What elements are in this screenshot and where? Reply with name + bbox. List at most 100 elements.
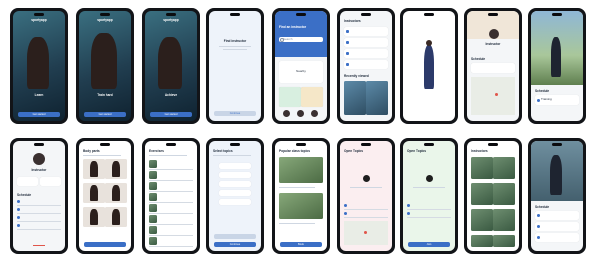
trainer-card[interactable] [493, 235, 515, 247]
class-image[interactable] [279, 157, 323, 183]
exercise-thumbnail [149, 226, 157, 234]
phone-open-topics-1: Open Topics [337, 138, 395, 254]
schedule-card[interactable]: Training [535, 95, 579, 105]
body-part-card[interactable] [105, 183, 127, 203]
profile-name: Instructor [485, 42, 501, 46]
search-input[interactable]: Search [279, 37, 323, 42]
secondary-button[interactable] [214, 234, 256, 239]
athlete-head [426, 40, 432, 46]
join-button[interactable]: Join [408, 242, 450, 247]
trainer-card[interactable] [493, 183, 515, 205]
trainer-card[interactable] [493, 209, 515, 231]
list-icon [17, 224, 20, 227]
location-map[interactable] [471, 77, 515, 115]
topic-icon [363, 175, 370, 182]
trainer-card[interactable] [471, 183, 493, 205]
exercise-row[interactable] [149, 204, 193, 214]
exercise-row[interactable] [149, 171, 193, 181]
get-started-button[interactable]: Get started [84, 112, 126, 117]
exercise-row[interactable] [149, 182, 193, 192]
list-item[interactable] [344, 60, 388, 69]
get-started-button[interactable]: Get started [150, 112, 192, 117]
section-title: Schedule [535, 89, 550, 93]
book-button[interactable]: Book [280, 242, 322, 247]
topic-option[interactable] [219, 163, 251, 169]
trainer-card[interactable] [471, 157, 493, 179]
continue-button[interactable]: Continue [214, 242, 256, 247]
body-part-card[interactable] [105, 159, 127, 179]
camera-notch [166, 13, 176, 16]
continue-button[interactable] [84, 242, 126, 247]
avatar[interactable] [311, 110, 318, 117]
exercise-row[interactable] [149, 226, 193, 236]
exercise-row[interactable] [149, 237, 193, 247]
exercise-row[interactable] [149, 160, 193, 170]
camera-notch [230, 143, 240, 146]
onboarding-screen: sportyapp Achieve Get started [145, 11, 197, 121]
category-card[interactable] [301, 87, 323, 107]
exercise-row[interactable] [149, 215, 193, 225]
topic-option[interactable] [219, 190, 251, 196]
exercise-row[interactable] [149, 193, 193, 203]
trainer-card[interactable] [471, 235, 493, 247]
trainer-card[interactable] [493, 157, 515, 179]
schedule-card[interactable] [535, 233, 579, 242]
topic-option[interactable] [219, 172, 251, 178]
topic-icon [426, 175, 433, 182]
hero-photo [531, 11, 583, 85]
stat-card[interactable] [40, 177, 61, 186]
list-item[interactable] [407, 211, 451, 218]
list-item[interactable] [17, 215, 61, 222]
description-line [413, 187, 445, 188]
body-part-card[interactable] [105, 207, 127, 227]
list-item[interactable] [17, 199, 61, 206]
nearby-card[interactable]: Nearby [279, 61, 323, 83]
stat-card[interactable] [17, 177, 38, 186]
list-item[interactable] [344, 38, 388, 47]
athlete-image [158, 37, 182, 89]
athlete-image [550, 155, 562, 195]
avatar[interactable] [297, 110, 304, 117]
list-item[interactable] [17, 207, 61, 214]
continue-button[interactable]: Continue [214, 111, 256, 116]
class-image[interactable] [279, 193, 323, 219]
schedule-card[interactable] [535, 211, 579, 220]
screen-title: Open Topics [344, 149, 364, 153]
onboarding-screen: sportyapp Train hard Get started [79, 11, 131, 121]
body-part-image [90, 209, 98, 225]
exercise-thumbnail [149, 171, 157, 179]
section-title: Schedule [535, 205, 550, 209]
phone-exercises: Exercises [142, 138, 200, 254]
camera-notch [488, 143, 498, 146]
phone-onboarding-3: sportyapp Achieve Get started [142, 8, 200, 124]
location-map[interactable] [344, 221, 388, 245]
camera-notch [34, 13, 44, 16]
phone-onboarding-1: sportyapp Learn Get started [10, 8, 68, 124]
body-part-card[interactable] [83, 183, 105, 203]
list-item[interactable] [344, 49, 388, 58]
list-item[interactable] [344, 27, 388, 36]
list-item[interactable] [407, 203, 451, 210]
logout-link[interactable] [33, 245, 45, 246]
topic-option[interactable] [219, 181, 251, 187]
header-banner [275, 11, 327, 57]
list-item[interactable] [17, 223, 61, 230]
video-thumbnail[interactable] [366, 81, 388, 115]
schedule-card[interactable] [471, 63, 515, 73]
avatar[interactable] [283, 110, 290, 117]
camera-notch [488, 13, 498, 16]
get-started-button[interactable]: Get started [18, 112, 60, 117]
list-item[interactable] [344, 211, 388, 218]
trainer-detail-screen: Schedule [531, 141, 583, 251]
section-title: Schedule [471, 57, 486, 61]
trainer-card[interactable] [471, 209, 493, 231]
brand-logo: sportyapp [31, 18, 47, 22]
video-thumbnail[interactable] [344, 81, 366, 115]
list-item[interactable] [344, 203, 388, 210]
phone-popular-topics: Popular class topics Book [272, 138, 330, 254]
category-card[interactable] [279, 87, 301, 107]
topic-option[interactable] [219, 199, 251, 205]
body-part-card[interactable] [83, 159, 105, 179]
schedule-card[interactable] [535, 222, 579, 231]
body-part-card[interactable] [83, 207, 105, 227]
